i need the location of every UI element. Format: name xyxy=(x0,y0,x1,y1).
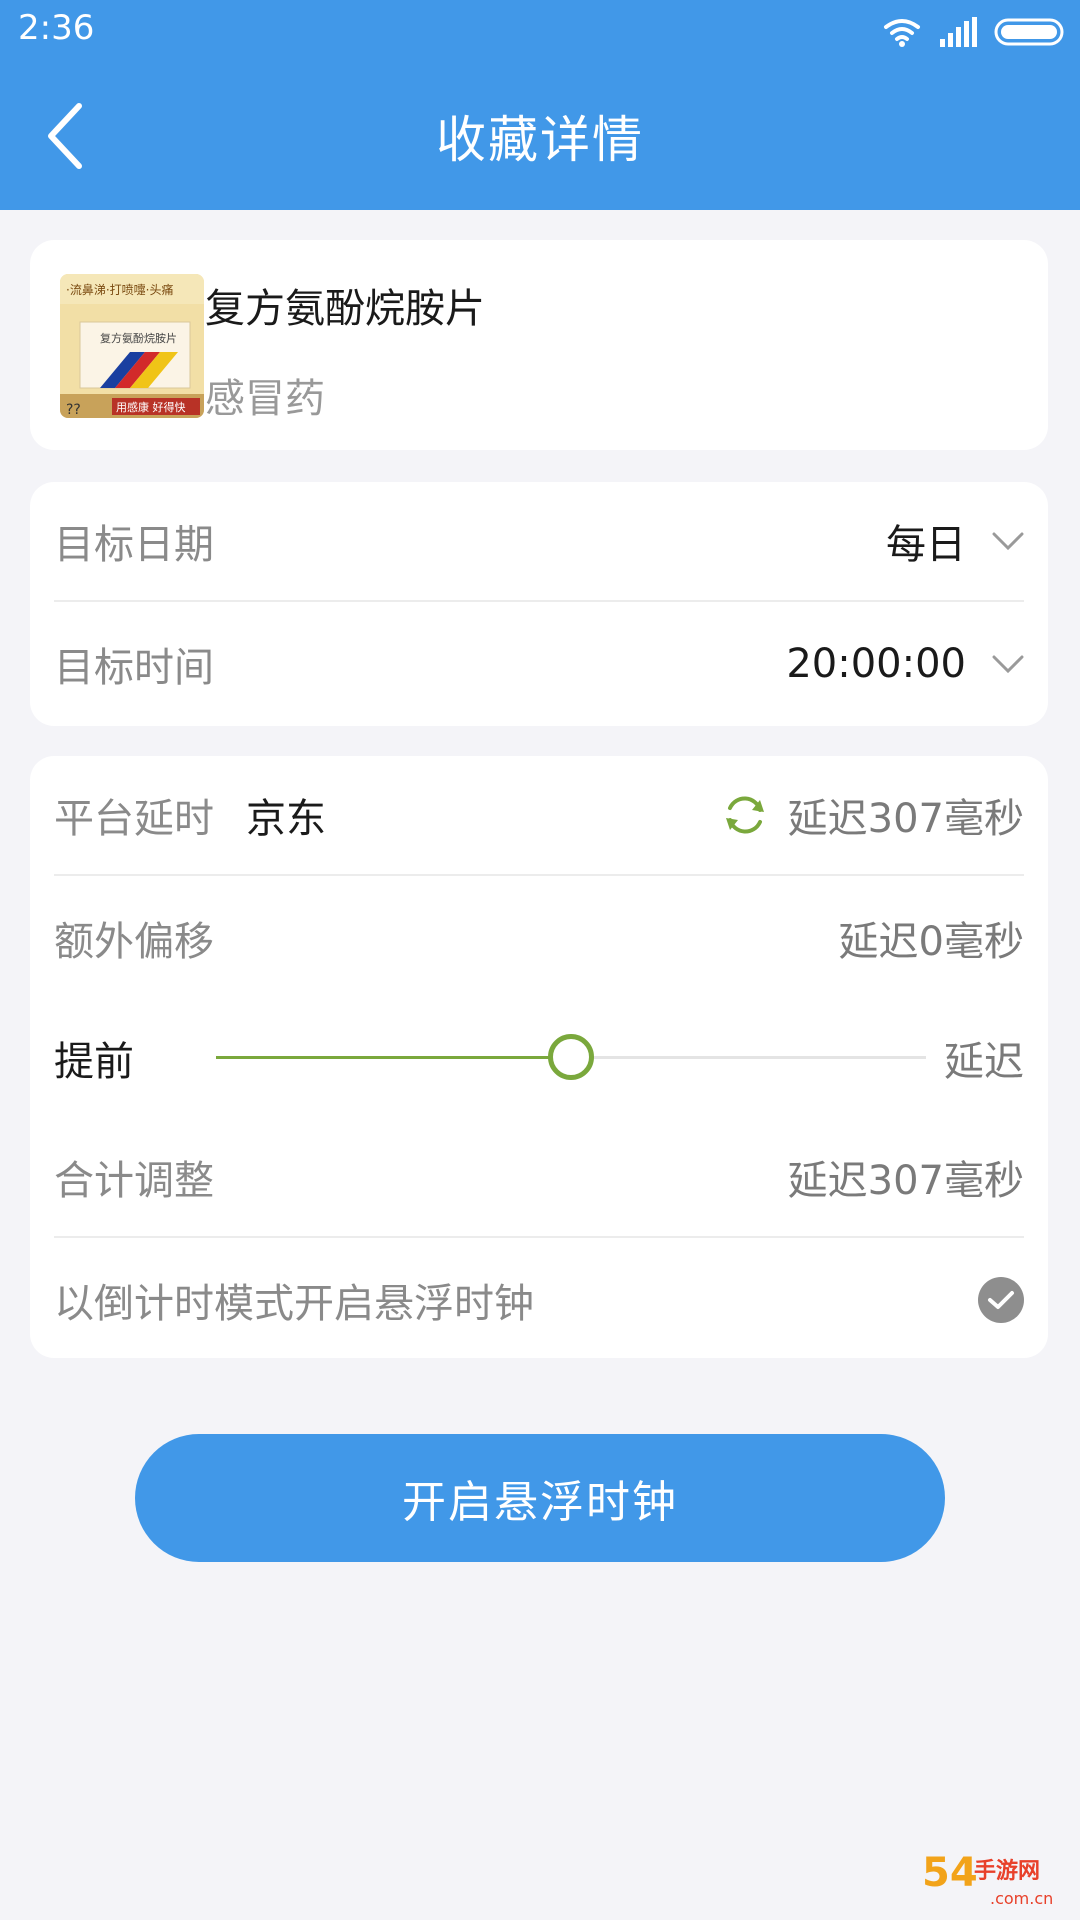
extra-offset-label: 额外偏移 xyxy=(54,919,214,965)
slider-thumb[interactable] xyxy=(548,1034,594,1080)
slider-left-label: 提前 xyxy=(54,1039,134,1085)
thumb-top-text: ·流鼻涕·打喷嚏·头痛 xyxy=(66,282,173,297)
watermark-logo: 54 手游网 .com.cn xyxy=(920,1842,1070,1912)
target-time-value: 20:00:00 xyxy=(786,641,966,687)
thumb-box-text: 复方氨酚烷胺片 xyxy=(100,331,177,345)
status-time: 2:36 xyxy=(18,8,95,48)
slider-fill xyxy=(216,1056,571,1059)
target-card: 目标日期 每日 目标时间 20:00:00 xyxy=(30,482,1048,726)
slider-right-label: 延迟 xyxy=(944,1039,1024,1085)
product-name: 复方氨酚烷胺片 xyxy=(205,286,485,332)
target-date-label: 目标日期 xyxy=(54,522,214,568)
target-date-row[interactable]: 目标日期 每日 xyxy=(54,482,1024,602)
platform-delay-label: 平台延时 xyxy=(54,796,214,842)
platform-card: 平台延时 京东 延迟307毫秒 额外偏移 延迟0毫秒 提前 延迟 合计调整 延迟… xyxy=(30,756,1048,1358)
page-title: 收藏详情 xyxy=(436,111,644,169)
product-thumbnail: ·流鼻涕·打喷嚏·头痛 复方氨酚烷胺片 用感康 好得快 ?? xyxy=(60,274,204,418)
chevron-down-icon xyxy=(992,532,1024,551)
svg-text:.com.cn: .com.cn xyxy=(990,1889,1053,1908)
thumb-bottom-text: 用感康 好得快 xyxy=(116,400,186,414)
svg-text:??: ?? xyxy=(66,402,81,418)
svg-text:手游网: 手游网 xyxy=(974,1858,1040,1884)
countdown-checkbox[interactable] xyxy=(978,1277,1024,1323)
wifi-icon xyxy=(884,19,920,47)
countdown-mode-row[interactable]: 以倒计时模式开启悬浮时钟 xyxy=(54,1240,1024,1360)
offset-slider[interactable] xyxy=(216,1034,926,1080)
status-icons xyxy=(882,14,1066,50)
refresh-icon[interactable] xyxy=(722,792,768,838)
app-header: 2:36 收藏详情 xyxy=(0,0,1080,210)
product-category: 感冒药 xyxy=(205,376,325,422)
platform-delay-value: 延迟307毫秒 xyxy=(787,796,1024,842)
platform-name[interactable]: 京东 xyxy=(246,786,326,844)
svg-text:54: 54 xyxy=(922,1850,978,1896)
countdown-mode-label: 以倒计时模式开启悬浮时钟 xyxy=(54,1281,534,1327)
total-adjust-label: 合计调整 xyxy=(54,1158,214,1204)
target-time-label: 目标时间 xyxy=(54,645,214,691)
battery-icon xyxy=(994,18,1064,46)
chevron-down-icon xyxy=(992,655,1024,674)
open-floating-clock-button[interactable]: 开启悬浮时钟 xyxy=(135,1434,945,1562)
extra-offset-value: 延迟0毫秒 xyxy=(838,919,1024,965)
product-card[interactable]: ·流鼻涕·打喷嚏·头痛 复方氨酚烷胺片 用感康 好得快 ?? xyxy=(30,240,1048,450)
total-adjust-row: 合计调整 延迟307毫秒 xyxy=(54,1118,1024,1238)
signal-icon xyxy=(940,17,977,47)
offset-slider-row: 提前 延迟 xyxy=(54,998,1024,1118)
extra-offset-row: 额外偏移 延迟0毫秒 xyxy=(54,878,1024,998)
target-time-row[interactable]: 目标时间 20:00:00 xyxy=(54,604,1024,724)
total-adjust-value: 延迟307毫秒 xyxy=(787,1158,1024,1204)
check-icon xyxy=(988,1291,1014,1309)
platform-delay-row: 平台延时 京东 延迟307毫秒 xyxy=(54,756,1024,876)
target-date-value: 每日 xyxy=(886,522,966,568)
